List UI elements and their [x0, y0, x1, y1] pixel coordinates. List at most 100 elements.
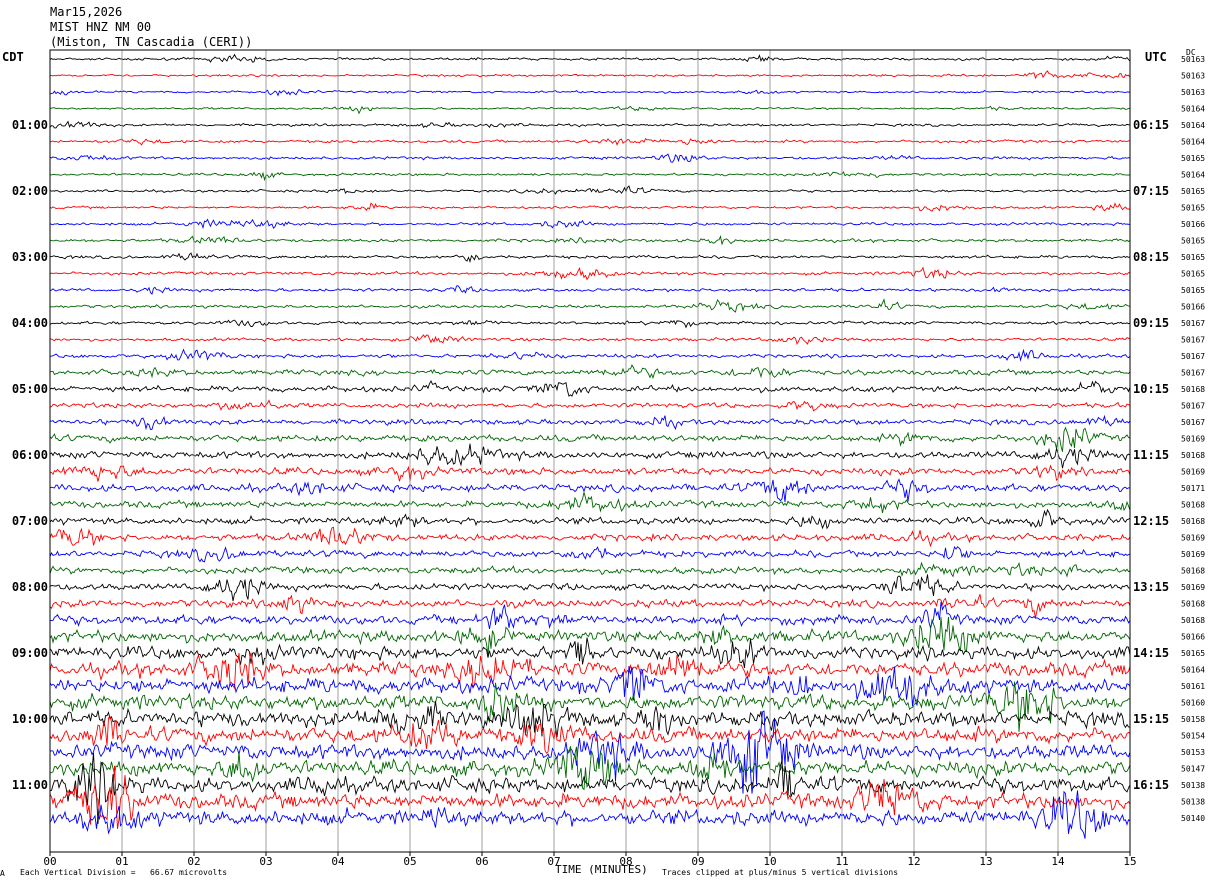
trace-line-29	[49, 526, 1131, 548]
left-hour-label-5: 06:00	[12, 448, 48, 462]
dc-offset-label-41: 50154	[1181, 732, 1205, 741]
trace-line-1	[50, 70, 1131, 80]
dc-offset-label-17: 50167	[1181, 336, 1205, 345]
x-tick-label-6: 06	[475, 855, 488, 868]
trace-line-9	[49, 202, 1131, 212]
dc-offset-label-6: 50165	[1181, 154, 1205, 163]
dc-offset-label-7: 50164	[1181, 171, 1205, 180]
x-tick-label-4: 04	[331, 855, 345, 868]
trace-line-22	[49, 414, 1131, 431]
dc-offset-label-36: 50165	[1181, 649, 1205, 658]
dc-offset-label-44: 50138	[1181, 781, 1205, 790]
right-hour-label-10: 16:15	[1133, 778, 1169, 792]
x-tick-label-9: 09	[691, 855, 704, 868]
x-tick-label-14: 14	[1051, 855, 1065, 868]
right-hour-label-8: 14:15	[1133, 646, 1169, 660]
trace-line-8	[49, 185, 1130, 195]
dc-offset-label-21: 50167	[1181, 402, 1205, 411]
dc-offset-label-15: 50166	[1181, 303, 1205, 312]
dc-offset-label-2: 50163	[1181, 88, 1205, 97]
trace-line-0	[49, 53, 1131, 63]
scale-note: Each Vertical Division = 66.67 microvolt…	[20, 868, 228, 877]
right-hour-label-9: 15:15	[1133, 712, 1169, 726]
dc-offset-label-13: 50165	[1181, 270, 1205, 279]
trace-line-30	[49, 545, 1131, 563]
left-hour-label-3: 04:00	[12, 316, 48, 330]
dc-offset-label-33: 50168	[1181, 600, 1205, 609]
x-tick-label-12: 12	[907, 855, 920, 868]
dc-offset-label-25: 50169	[1181, 468, 1205, 477]
left-hour-label-10: 11:00	[12, 778, 48, 792]
corner-mark: A	[0, 869, 5, 878]
trace-line-27	[49, 492, 1131, 514]
left-hour-label-7: 08:00	[12, 580, 48, 594]
dc-offset-label-12: 50165	[1181, 253, 1205, 262]
trace-line-3	[49, 105, 1131, 115]
trace-line-31	[49, 561, 1131, 578]
trace-line-16	[49, 319, 1131, 329]
trace-line-5	[49, 137, 1131, 146]
x-tick-label-13: 13	[979, 855, 992, 868]
dc-offset-label-11: 50165	[1181, 237, 1205, 246]
trace-line-25	[49, 464, 1131, 482]
trace-line-14	[49, 285, 1131, 295]
right-hour-label-7: 13:15	[1133, 580, 1169, 594]
left-hour-label-6: 07:00	[12, 514, 48, 528]
dc-offset-label-27: 50168	[1181, 501, 1205, 510]
seismogram-plot: 00 01 02 03 04 05 06 07 08 09 10 11 12 13 14 1501:0002:…	[12, 49, 1205, 868]
right-hour-label-2: 08:15	[1133, 250, 1169, 264]
right-hour-label-3: 09:15	[1133, 316, 1169, 330]
dc-offset-label-35: 50166	[1181, 633, 1205, 642]
dc-offset-label-9: 50165	[1181, 204, 1205, 213]
trace-line-13	[49, 266, 1131, 281]
dc-offset-label-28: 50168	[1181, 517, 1205, 526]
dc-offset-label-38: 50161	[1181, 682, 1205, 691]
left-hour-label-2: 03:00	[12, 250, 48, 264]
dc-offset-label-29: 50169	[1181, 534, 1205, 543]
dc-offset-label-8: 50165	[1181, 187, 1205, 196]
x-tick-label-3: 03	[259, 855, 272, 868]
dc-offset-label-40: 50158	[1181, 715, 1205, 724]
dc-offset-label-0: 50163	[1181, 55, 1205, 64]
trace-line-11	[49, 235, 1131, 246]
left-hour-label-9: 10:00	[12, 712, 48, 726]
dc-offset-label-22: 50167	[1181, 418, 1205, 427]
x-tick-label-2: 02	[187, 855, 200, 868]
x-axis-title: TIME (MINUTES)	[555, 863, 648, 876]
clip-note: Traces clipped at plus/minus 5 vertical …	[662, 868, 899, 877]
left-hour-label-8: 09:00	[12, 646, 48, 660]
trace-line-15	[49, 298, 1131, 313]
trace-line-4	[49, 120, 1131, 129]
right-hour-label-0: 06:15	[1133, 118, 1169, 132]
dc-offset-label-5: 50164	[1181, 138, 1205, 147]
dc-offset-label-31: 50168	[1181, 567, 1205, 576]
right-hour-label-1: 07:15	[1133, 184, 1169, 198]
dc-offset-label-42: 50153	[1181, 748, 1205, 757]
dc-offset-label-3: 50164	[1181, 105, 1205, 114]
trace-line-46	[49, 790, 1131, 839]
left-hour-label-0: 01:00	[12, 118, 48, 132]
trace-line-7	[49, 171, 1131, 182]
trace-line-19	[49, 364, 1131, 380]
dc-offset-label-39: 50160	[1181, 699, 1205, 708]
trace-line-12	[49, 252, 1131, 263]
x-tick-label-5: 05	[403, 855, 416, 868]
x-tick-label-0: 00	[43, 855, 56, 868]
dc-offset-label-20: 50168	[1181, 385, 1205, 394]
dc-offset-label-46: 50140	[1181, 814, 1205, 823]
trace-line-18	[49, 348, 1131, 362]
x-tick-label-1: 01	[115, 855, 128, 868]
dc-offset-label-24: 50168	[1181, 451, 1205, 460]
trace-line-23	[49, 426, 1131, 452]
trace-line-28	[49, 508, 1131, 530]
trace-line-24	[49, 443, 1131, 469]
trace-line-6	[49, 153, 1131, 163]
dc-offset-label-32: 50169	[1181, 583, 1205, 592]
dc-offset-label-30: 50169	[1181, 550, 1205, 559]
dc-offset-label-10: 50166	[1181, 220, 1205, 229]
x-tick-label-11: 11	[835, 855, 848, 868]
trace-line-2	[49, 89, 1131, 97]
trace-line-10	[49, 218, 1131, 230]
trace-line-41	[49, 715, 1131, 754]
dc-offset-label-34: 50168	[1181, 616, 1205, 625]
